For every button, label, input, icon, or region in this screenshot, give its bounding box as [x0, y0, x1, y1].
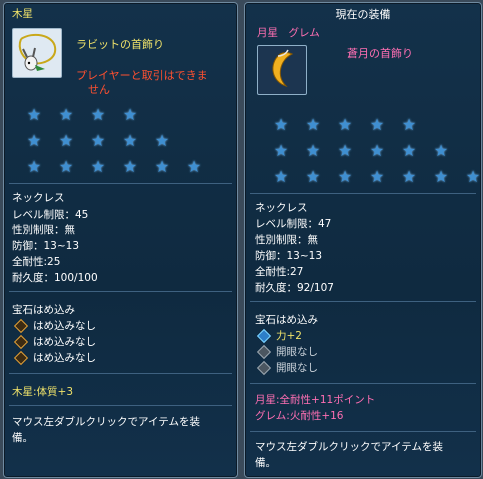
rabbit-necklace-icon	[12, 28, 62, 78]
item-header-star-sign: 木星	[12, 8, 33, 20]
star-icon: ★	[273, 167, 289, 186]
star-sign-bonus-1: 月星:全耐性+11ポイント	[255, 394, 376, 406]
usage-hint-line1: マウス左ダブルクリックでアイテムを装	[12, 416, 200, 428]
star-icon: ★	[401, 167, 417, 186]
star-icon: ★	[26, 105, 42, 124]
gem-socket-2: 開眼なし	[255, 344, 318, 360]
item-type: ネックレス	[12, 192, 65, 204]
star-icon: ★	[401, 115, 417, 134]
gem-socket-title: 宝石はめ込み	[12, 304, 75, 316]
star-icon: ★	[465, 167, 481, 186]
usage-hint-line2: 備。	[255, 457, 276, 469]
moon-necklace-icon	[257, 45, 307, 95]
gem-socket-1: はめ込みなし	[12, 318, 96, 334]
star-sign-bonus-2: グレム:火耐性+16	[255, 410, 344, 422]
item-name: ラビットの首飾り	[76, 38, 164, 51]
stat-defense: 防御：13~13	[12, 240, 80, 252]
divider	[9, 183, 232, 184]
star-icon: ★	[273, 115, 289, 134]
stat-gender-limit: 性別制限：無	[12, 224, 75, 236]
star-icon: ★	[305, 167, 321, 186]
divider	[9, 405, 232, 406]
gem-socket-label: はめ込みなし	[33, 352, 96, 364]
stat-durability: 耐久度：100/100	[12, 272, 98, 284]
divider	[9, 291, 232, 292]
gem-socket-label: 開眼なし	[276, 362, 318, 374]
stat-defense: 防御：13~13	[255, 250, 323, 262]
star-icon: ★	[58, 105, 74, 124]
stat-all-resist: 全耐性:27	[255, 266, 304, 278]
star-icon: ★	[433, 167, 449, 186]
star-icon: ★	[433, 141, 449, 160]
item-type: ネックレス	[255, 202, 308, 214]
item-tooltip-right-equipped: 現在の装備 月星 グレム 蒼月の首飾り ★ ★ ★ ★ ★ ★ ★ ★ ★ ★ ★ ★ ★ ★ ★ ★ ★ ★ ネ…	[244, 2, 482, 478]
gem-socket-label: はめ込みなし	[33, 336, 96, 348]
gem-socket-3: 開眼なし	[255, 360, 318, 376]
star-icon: ★	[273, 141, 289, 160]
locked-socket-icon	[256, 360, 272, 376]
current-equipment-title: 現在の装備	[335, 8, 391, 21]
item-header-star-sign: 月星 グレム	[257, 27, 320, 39]
star-icon: ★	[90, 105, 106, 124]
star-icon: ★	[186, 157, 202, 176]
star-icon: ★	[154, 131, 170, 150]
star-sign-bonus: 木星:体質+3	[12, 386, 74, 398]
empty-socket-icon	[13, 350, 29, 366]
gem-inserted-icon	[256, 328, 272, 344]
item-name: 蒼月の首飾り	[347, 47, 413, 60]
gem-socket-1: 力+2	[255, 328, 302, 344]
star-icon: ★	[122, 157, 138, 176]
divider	[250, 383, 476, 384]
locked-socket-icon	[256, 344, 272, 360]
divider	[250, 431, 476, 432]
stat-level-limit: レベル制限：45	[12, 209, 89, 221]
stat-durability: 耐久度：92/107	[255, 282, 334, 294]
star-icon: ★	[26, 131, 42, 150]
star-icon: ★	[369, 141, 385, 160]
star-icon: ★	[58, 131, 74, 150]
star-icon: ★	[369, 167, 385, 186]
star-icon: ★	[122, 131, 138, 150]
star-icon: ★	[305, 115, 321, 134]
star-icon: ★	[154, 157, 170, 176]
stat-gender-limit: 性別制限：無	[255, 234, 318, 246]
gem-socket-3: はめ込みなし	[12, 350, 96, 366]
empty-socket-icon	[13, 318, 29, 334]
divider	[250, 301, 476, 302]
gem-socket-title: 宝石はめ込み	[255, 314, 318, 326]
star-icon: ★	[337, 141, 353, 160]
star-icon: ★	[305, 141, 321, 160]
star-icon: ★	[122, 105, 138, 124]
stat-all-resist: 全耐性:25	[12, 256, 61, 268]
divider	[250, 193, 476, 194]
gem-socket-label: はめ込みなし	[33, 320, 96, 332]
usage-hint-line1: マウス左ダブルクリックでアイテムを装	[255, 441, 443, 453]
star-icon: ★	[337, 167, 353, 186]
usage-hint-line2: 備。	[12, 432, 33, 444]
trade-warning-line2: せん	[88, 83, 110, 96]
item-tooltip-left: 木星 ラビットの首飾り プレイヤーと取引はできま せん ★ ★ ★ ★ ★ ★ ★ ★ ★ ★ ★ ★…	[3, 2, 238, 478]
star-icon: ★	[90, 157, 106, 176]
star-icon: ★	[90, 131, 106, 150]
star-icon: ★	[58, 157, 74, 176]
star-icon: ★	[26, 157, 42, 176]
star-icon: ★	[401, 141, 417, 160]
stat-level-limit: レベル制限：47	[255, 218, 332, 230]
star-icon: ★	[369, 115, 385, 134]
gem-socket-label: 力+2	[276, 330, 302, 342]
gem-socket-2: はめ込みなし	[12, 334, 96, 350]
divider	[9, 373, 232, 374]
empty-socket-icon	[13, 334, 29, 350]
gem-socket-label: 開眼なし	[276, 346, 318, 358]
star-icon: ★	[337, 115, 353, 134]
